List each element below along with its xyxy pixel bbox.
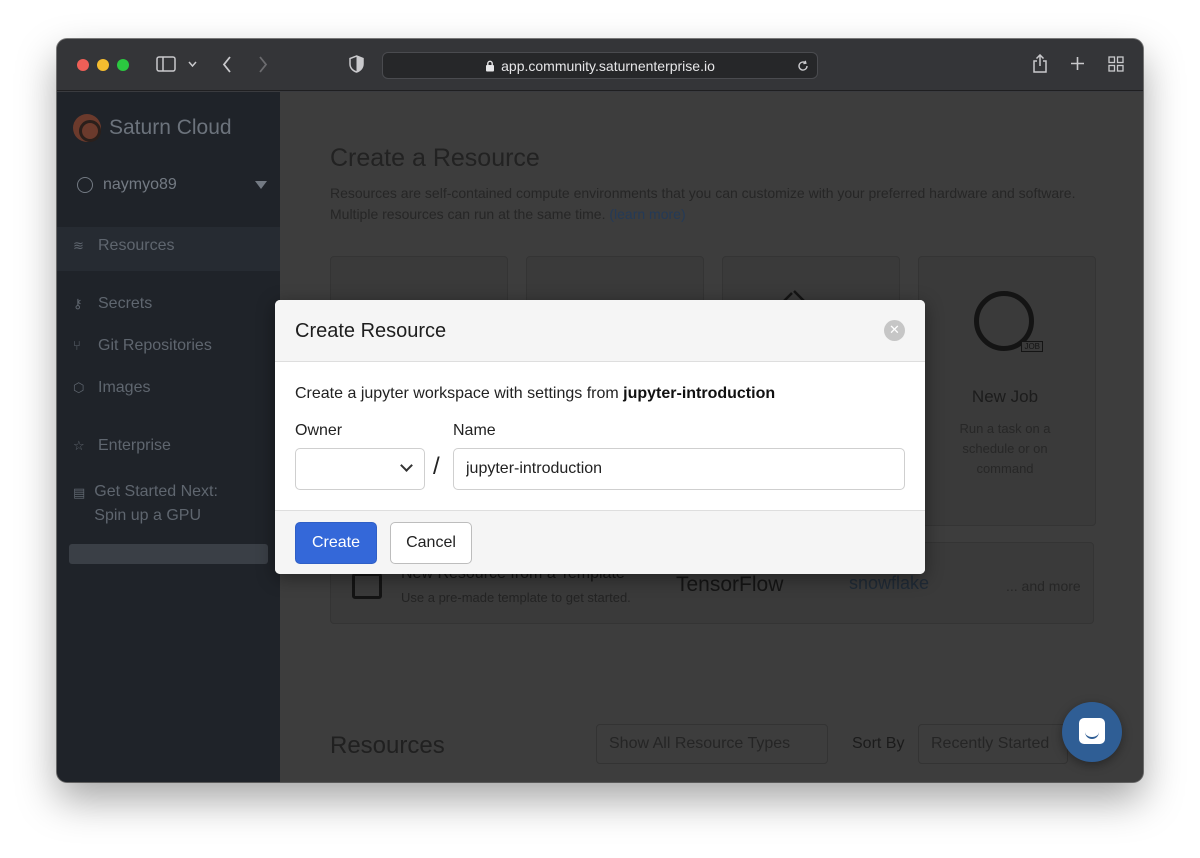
shield-icon[interactable] xyxy=(349,55,364,73)
owner-name-separator: / xyxy=(433,453,440,480)
modal-footer: Create Cancel xyxy=(275,510,925,574)
template-name: jupyter-introduction xyxy=(623,385,776,402)
username: naymyo89 xyxy=(103,176,177,193)
brand-logo[interactable]: Saturn Cloud xyxy=(73,114,232,142)
key-icon: ⚷ xyxy=(73,297,83,312)
resources-heading: Resources xyxy=(330,732,445,759)
new-tab-icon[interactable] xyxy=(1070,56,1085,71)
close-icon[interactable]: ✕ xyxy=(884,320,905,341)
new-job-title: New Job xyxy=(971,387,1039,406)
resource-type-filter[interactable]: Show All Resource Types xyxy=(596,724,828,764)
chevron-down-icon xyxy=(400,459,413,472)
lock-icon xyxy=(486,60,495,71)
minimize-window-button[interactable] xyxy=(97,59,109,71)
sidebar-item-label: Get Started Next: Spin up a GPU xyxy=(94,483,218,524)
sidebar-item-label: Resources xyxy=(98,237,175,254)
cube-icon: ⬡ xyxy=(73,381,85,396)
template-icon xyxy=(352,573,382,599)
sort-select[interactable]: Recently Started xyxy=(918,724,1068,764)
share-icon[interactable] xyxy=(1032,54,1048,73)
snowflake-logo: snowflake xyxy=(849,573,930,593)
saturn-logo-icon xyxy=(73,114,101,142)
page-title: Create a Resource xyxy=(330,144,540,172)
sidebar-progress-bar xyxy=(69,544,268,564)
sidebar-toggle-icon[interactable] xyxy=(156,56,176,72)
learn-more-link[interactable]: (learn more) xyxy=(609,206,685,222)
cancel-button[interactable]: Cancel xyxy=(390,522,472,564)
sidebar-item-label: Secrets xyxy=(98,295,153,312)
chat-launcher-button[interactable] xyxy=(1062,702,1122,762)
description-text: Resources are self-contained compute env… xyxy=(330,185,1076,222)
modal-description: Create a jupyter workspace with settings… xyxy=(295,385,775,403)
sidebar-item-label: Images xyxy=(98,379,151,396)
modal-description-text: Create a jupyter workspace with settings… xyxy=(295,385,624,402)
url-text: app.community.saturnenterprise.io xyxy=(501,57,715,74)
reload-icon[interactable] xyxy=(797,60,809,72)
tensorflow-logo: TensorFlow xyxy=(676,573,784,596)
create-resource-modal: Create Resource ✕ Create a jupyter works… xyxy=(275,300,925,574)
owner-select[interactable] xyxy=(295,448,425,490)
address-bar[interactable]: app.community.saturnenterprise.io xyxy=(382,52,818,79)
star-icon: ☆ xyxy=(73,439,85,454)
chat-icon xyxy=(1079,718,1105,744)
forward-icon[interactable] xyxy=(258,56,268,73)
template-subtitle: Use a pre-made template to get started. xyxy=(401,590,631,605)
zoom-window-button[interactable] xyxy=(117,59,129,71)
sidebar: Saturn Cloud naymyo89 ≋ Resources ⚷ Secr… xyxy=(57,92,280,782)
sidebar-item-images[interactable]: ⬡ Images xyxy=(73,379,273,397)
sort-value: Recently Started xyxy=(931,735,1050,752)
new-job-description: Run a task on a schedule or on command xyxy=(959,421,1051,476)
user-menu[interactable]: naymyo89 xyxy=(77,176,267,194)
sidebar-item-label: Enterprise xyxy=(98,437,171,454)
modal-header: Create Resource ✕ xyxy=(275,300,925,362)
filter-value: Show All Resource Types xyxy=(609,735,791,752)
user-icon xyxy=(77,177,93,193)
sidebar-item-label: Git Repositories xyxy=(98,337,212,354)
layers-icon: ≋ xyxy=(73,239,84,254)
sidebar-item-enterprise[interactable]: ☆ Enterprise xyxy=(73,437,273,455)
owner-label: Owner xyxy=(295,422,343,439)
tab-overview-icon[interactable] xyxy=(1108,56,1124,72)
template-more-text: ... and more xyxy=(1006,578,1081,594)
close-window-button[interactable] xyxy=(77,59,89,71)
name-input[interactable] xyxy=(453,448,905,490)
sidebar-item-get-started[interactable]: ▤ Get Started Next: Spin up a GPU xyxy=(73,480,243,528)
caret-down-icon xyxy=(255,181,267,189)
gpu-icon: ▤ xyxy=(73,486,86,501)
sidebar-item-resources[interactable]: ≋ Resources xyxy=(73,237,273,255)
job-icon xyxy=(974,291,1043,352)
sidebar-item-git-repositories[interactable]: ⑂ Git Repositories xyxy=(73,337,273,355)
sort-label: Sort By xyxy=(852,735,905,752)
page-description: Resources are self-contained compute env… xyxy=(330,183,1100,225)
git-branch-icon: ⑂ xyxy=(73,339,81,354)
browser-titlebar: app.community.saturnenterprise.io xyxy=(57,39,1143,91)
name-label: Name xyxy=(453,422,496,439)
create-button[interactable]: Create xyxy=(295,522,377,564)
chevron-down-icon[interactable] xyxy=(188,61,197,67)
sidebar-item-secrets[interactable]: ⚷ Secrets xyxy=(73,295,273,313)
brand-name: Saturn Cloud xyxy=(109,116,232,139)
back-icon[interactable] xyxy=(222,56,232,73)
modal-title: Create Resource xyxy=(295,320,447,342)
